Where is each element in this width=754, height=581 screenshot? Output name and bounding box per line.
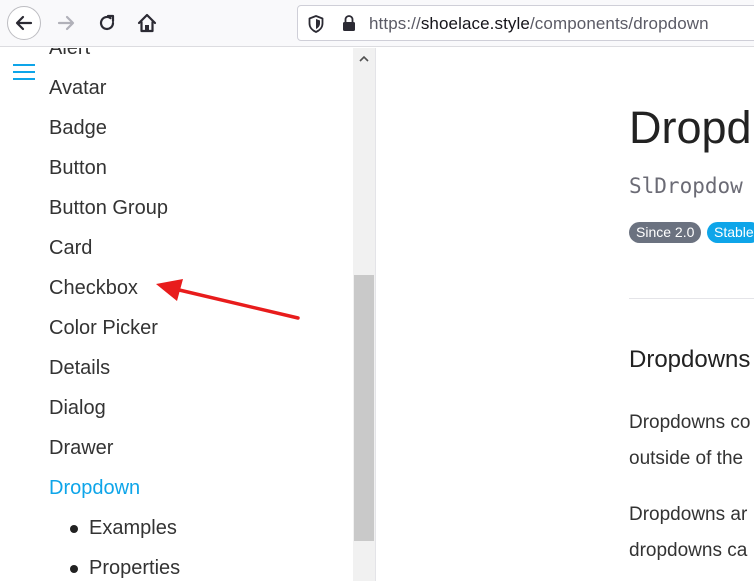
menu-bar-middle — [13, 71, 35, 73]
since-badge: Since 2.0 — [629, 222, 702, 243]
home-button[interactable] — [129, 5, 165, 41]
url-text[interactable]: https://shoelace.style/components/dropdo… — [369, 14, 709, 34]
lock-icon[interactable] — [342, 14, 356, 32]
home-icon — [137, 13, 157, 33]
paragraph-line: ... — [629, 576, 645, 581]
chevron-up-icon[interactable] — [359, 54, 369, 64]
paragraph-line: dropdowns ca — [629, 540, 748, 561]
sidebar-item-dialog[interactable]: Dialog — [49, 388, 180, 428]
divider — [629, 298, 754, 299]
section-heading: Dropdowns — [629, 346, 751, 373]
sidebar-subnav: Examples Properties — [49, 508, 180, 581]
scrollbar-thumb[interactable] — [354, 275, 374, 541]
back-button[interactable] — [6, 5, 42, 41]
paragraph-line: Dropdowns co — [629, 412, 751, 433]
url-host: shoelace.style — [420, 14, 530, 33]
sidebar-item-alert[interactable]: Alert — [49, 48, 180, 68]
sidebar-subitem-examples[interactable]: Examples — [49, 508, 180, 548]
shield-icon[interactable] — [308, 15, 324, 33]
bullet-icon — [70, 525, 78, 533]
page-title: Dropd — [629, 102, 752, 153]
paragraph-line: outside of the — [629, 448, 744, 469]
sidebar-item-details[interactable]: Details — [49, 348, 180, 388]
url-scheme: https:// — [369, 14, 421, 33]
sidebar-item-card[interactable]: Card — [49, 228, 180, 268]
component-class-name: SlDropdow — [629, 174, 743, 198]
address-bar[interactable]: https://shoelace.style/components/dropdo… — [297, 5, 754, 41]
arrow-left-icon — [15, 15, 33, 31]
url-path: /components/dropdown — [529, 14, 709, 33]
main-content: Dropd SlDropdow Since 2.0 Stable Dropdow… — [377, 48, 754, 581]
forward-button[interactable] — [48, 5, 84, 41]
sidebar-subitem-label: Examples — [89, 517, 177, 539]
arrow-right-icon — [57, 15, 75, 31]
menu-bar-bottom — [13, 78, 35, 80]
sidebar-item-button-group[interactable]: Button Group — [49, 188, 180, 228]
sidebar-item-dropdown[interactable]: Dropdown — [49, 468, 180, 508]
sidebar-scrollbar[interactable] — [353, 48, 375, 581]
annotation-arrow-icon — [156, 279, 300, 320]
sidebar-item-avatar[interactable]: Avatar — [49, 68, 180, 108]
reload-icon — [99, 14, 115, 31]
hamburger-menu-button[interactable] — [13, 64, 37, 84]
sidebar-item-button[interactable]: Button — [49, 148, 180, 188]
sidebar-sublist: Examples Properties — [49, 508, 180, 581]
sidebar-item-drawer[interactable]: Drawer — [49, 428, 180, 468]
sidebar-subitem-label: Properties — [89, 557, 181, 579]
sidebar-item-badge[interactable]: Badge — [49, 108, 180, 148]
browser-toolbar: https://shoelace.style/components/dropdo… — [0, 0, 754, 47]
sidebar-subitem-properties[interactable]: Properties — [49, 548, 180, 581]
stable-badge: Stable — [707, 222, 754, 243]
menu-bar-top — [13, 64, 35, 66]
bullet-icon — [70, 565, 78, 573]
reload-button[interactable] — [89, 5, 125, 41]
paragraph-line: Dropdowns ar — [629, 504, 748, 525]
